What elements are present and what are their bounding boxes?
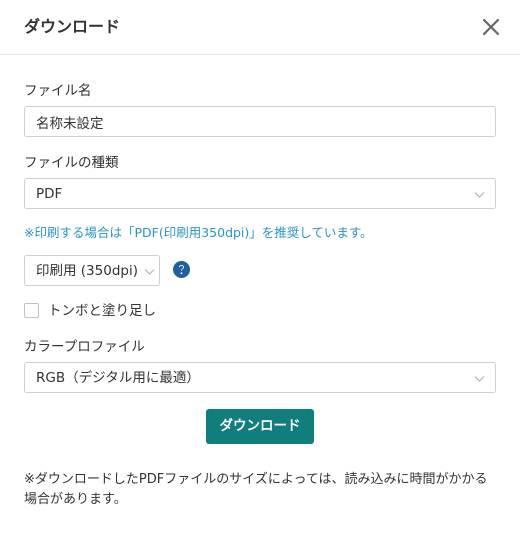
chevron-down-icon: [144, 266, 155, 277]
crop-marks-label: トンボと塗り足し: [48, 303, 156, 319]
close-icon[interactable]: [480, 16, 502, 38]
filename-label: ファイル名: [24, 83, 92, 99]
chevron-down-icon: [474, 373, 485, 384]
download-dialog: ダウンロード ファイル名 ファイルの種類 PDF ※印刷する場合は「PDF(印刷…: [0, 0, 520, 534]
filetype-selected-value: PDF: [36, 186, 63, 202]
color-profile-select[interactable]: RGB（デジタル用に最適）: [24, 362, 496, 393]
dialog-title: ダウンロード: [24, 17, 121, 36]
filetype-select[interactable]: PDF: [24, 178, 496, 209]
help-icon[interactable]: [173, 261, 190, 278]
filename-field[interactable]: [24, 106, 496, 137]
dialog-header: ダウンロード: [0, 0, 520, 55]
resolution-select[interactable]: 印刷用 (350dpi): [24, 255, 160, 286]
recommendation-note: ※印刷する場合は「PDF(印刷用350dpi)」を推奨しています。: [24, 225, 373, 240]
crop-marks-checkbox[interactable]: [24, 303, 39, 318]
chevron-down-icon: [474, 189, 485, 200]
filetype-label: ファイルの種類: [24, 155, 119, 171]
download-button[interactable]: ダウンロード: [206, 409, 314, 444]
footer-note: ※ダウンロードしたPDFファイルのサイズによっては、読み込みに時間がかかる場合が…: [24, 472, 488, 507]
filename-input[interactable]: [25, 107, 495, 136]
color-profile-selected-value: RGB（デジタル用に最適）: [36, 370, 200, 386]
color-profile-label: カラープロファイル: [24, 339, 145, 355]
resolution-selected-value: 印刷用 (350dpi): [36, 263, 138, 279]
